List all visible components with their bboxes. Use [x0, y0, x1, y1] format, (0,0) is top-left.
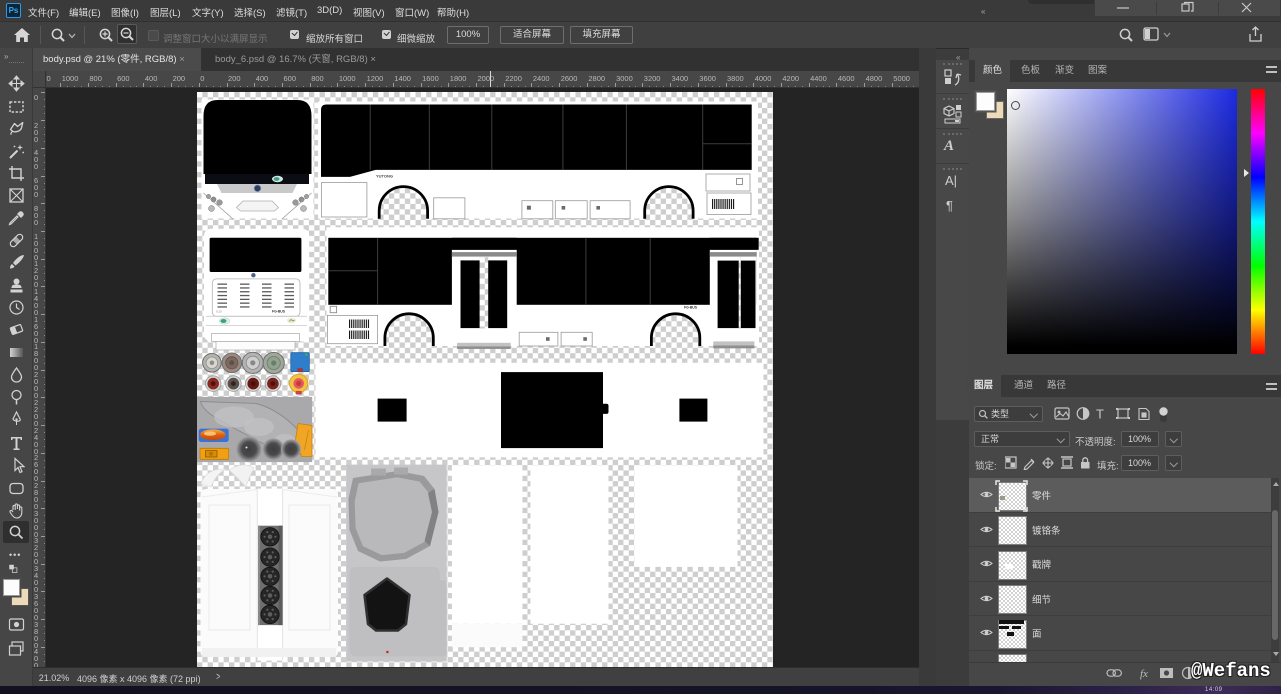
svg-text:fx: fx — [1140, 668, 1148, 680]
svg-text:G10: G10 — [216, 310, 222, 314]
svg-text:FG-BUS: FG-BUS — [684, 306, 698, 310]
svg-text:T: T — [1096, 407, 1104, 422]
svg-text:YUTONG: YUTONG — [376, 174, 393, 179]
svg-text:FG-BUS: FG-BUS — [272, 310, 286, 314]
